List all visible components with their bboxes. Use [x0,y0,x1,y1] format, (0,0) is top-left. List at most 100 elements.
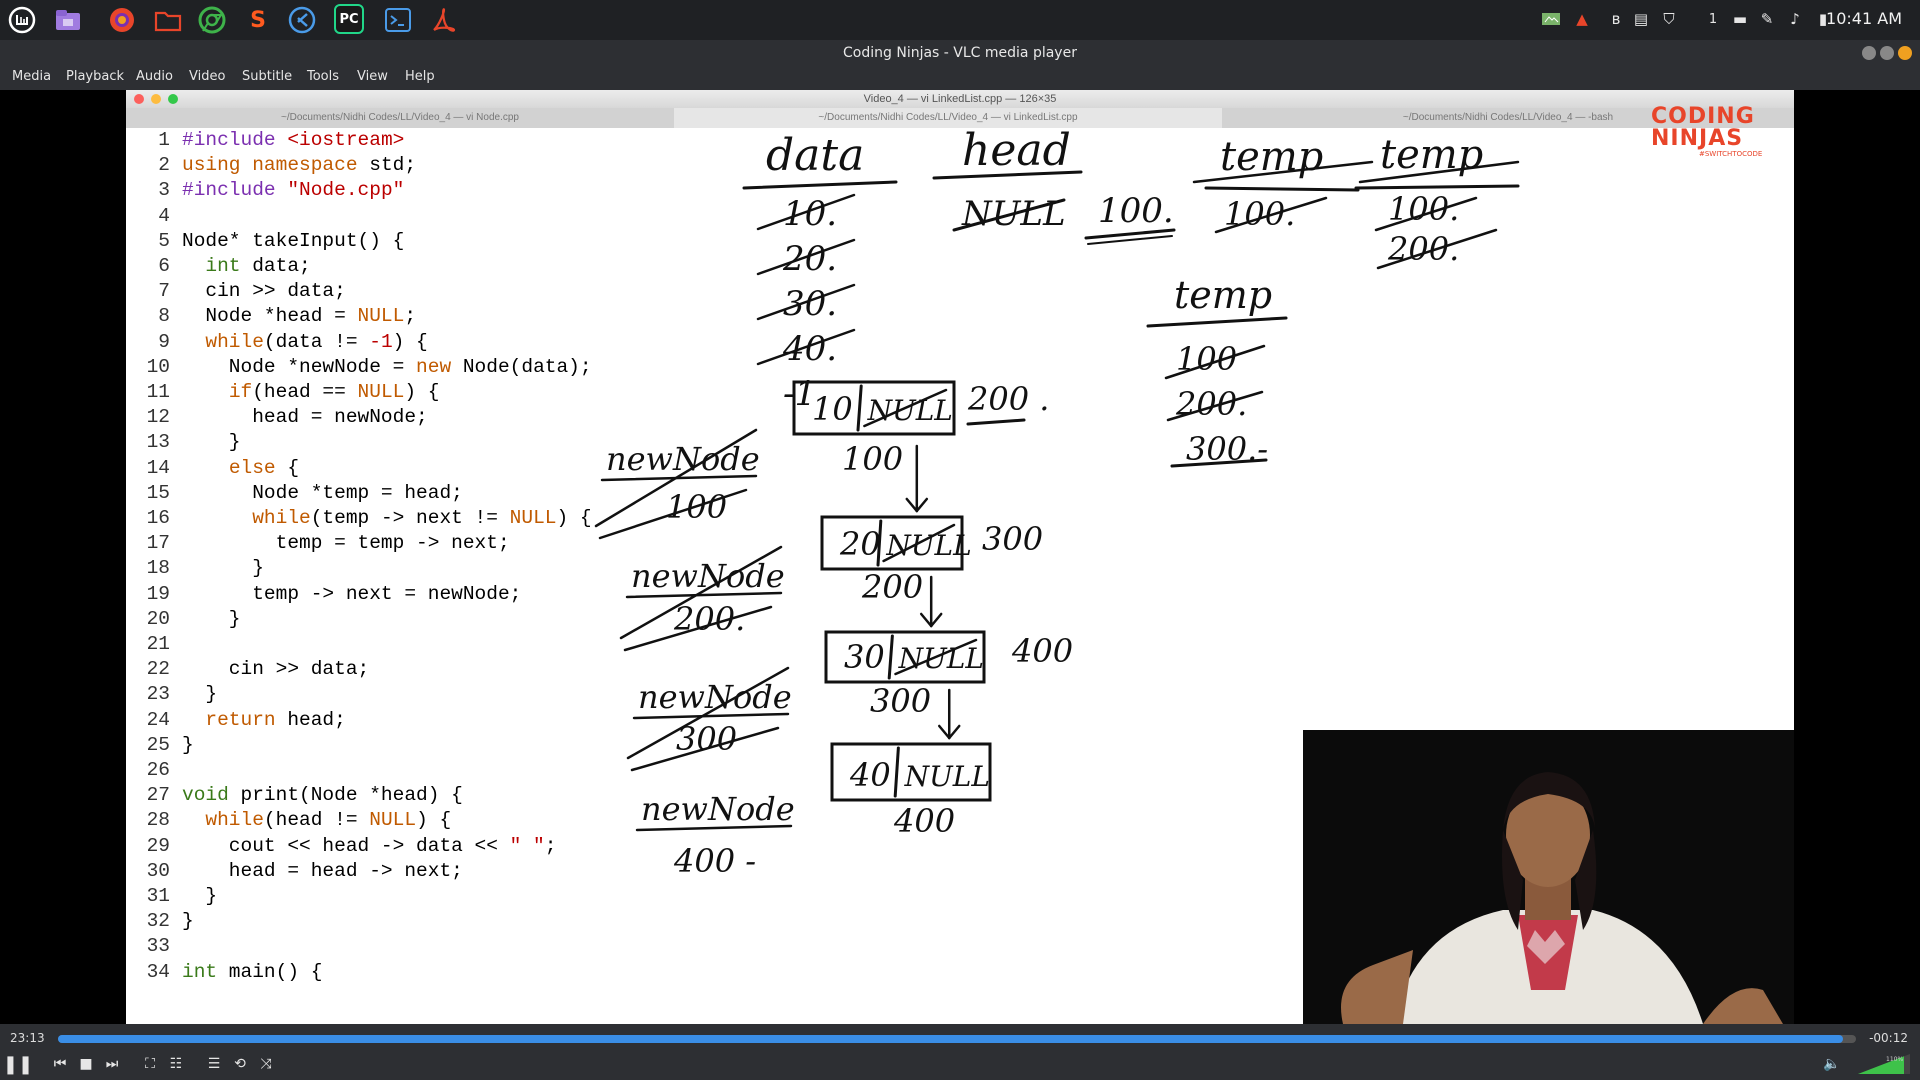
data-value: 10. [783,194,837,234]
pycharm-icon[interactable]: PC [334,4,364,34]
sublime-icon[interactable]: S [242,4,274,36]
chrome-icon[interactable] [196,4,228,36]
head-header: head [962,125,1071,176]
arrow-head [947,724,961,740]
data-header: data [766,130,864,181]
coding-ninjas-logo: CODING NINJAS #SWITCHTOCODE [1651,106,1791,166]
bluetooth-tray-icon[interactable]: ʙ [1607,8,1625,30]
player-controls: 23:13 -00:12 ❚❚ ⏮ ■ ⏭ ⛶ ☷ ☰ ⟲ ⤨ 🔈 110% [0,1024,1920,1080]
menu-view[interactable]: View [357,69,388,84]
previous-button[interactable]: ⏮ [48,1052,72,1076]
notifications-badge: 1 [1708,11,1718,27]
display-tray-icon[interactable]: ▬ [1730,8,1750,30]
underline [742,180,898,190]
menu-audio[interactable]: Audio [136,69,173,84]
node-address: 100 [842,440,903,478]
elapsed-time: 23:13 [10,1031,45,1045]
firefox-icon[interactable] [106,4,138,36]
terminal-icon[interactable] [382,4,414,36]
extended-settings-button[interactable]: ☷ [164,1052,188,1076]
data-value: 40. [782,329,837,369]
close-button[interactable] [1898,46,1912,60]
node-address: 300 [870,682,931,720]
node-data: 10 [812,390,853,428]
arrow-head [905,497,919,513]
next-address: 300 [982,520,1043,558]
underline [1146,316,1288,328]
shuffle-button[interactable]: ⤨ [254,1052,278,1076]
seek-progress [58,1035,1844,1043]
menu-playback[interactable]: Playback [66,69,124,84]
logo-line2: NINJAS [1651,126,1744,151]
menu-video[interactable]: Video [189,69,225,84]
arrow-head [919,612,933,628]
node-address: 200 [861,568,923,606]
underline [1354,184,1520,190]
remaining-time[interactable]: -00:12 [1869,1031,1908,1045]
node-divider [893,746,900,798]
notifications-tray-icon[interactable]: 1 [1688,8,1724,30]
acrobat-icon[interactable] [428,4,460,36]
network-tray-icon[interactable] [1541,8,1561,30]
head-new-value: 100. [1098,191,1174,231]
menu-subtitle[interactable]: Subtitle [242,69,292,84]
node-data: 20 [839,525,881,563]
next-address: 400 [1011,632,1073,670]
shield-tray-icon[interactable]: ⛉ [1660,8,1678,30]
video-area[interactable]: Video_4 — vi LinkedList.cpp — 126×35 ~/D… [0,90,1920,1024]
acrobat-tray-icon[interactable]: ▲ [1572,8,1592,30]
clock[interactable]: 10:41 AM [1826,9,1902,28]
volume-slider[interactable]: 110% [1858,1054,1910,1074]
menu-help[interactable]: Help [405,69,435,84]
newnode-label: newNode [606,440,760,478]
data-value: 30. [783,284,837,324]
newnode-label: newNode [641,790,795,828]
temp-header: temp [1380,132,1483,178]
minimize-button[interactable] [1862,46,1876,60]
next-address: 200 . [967,380,1049,418]
menu-bar: Media Playback Audio Video Subtitle Tool… [0,66,1920,90]
menu-media[interactable]: Media [12,69,51,84]
volume-level: 110% [1886,1056,1903,1063]
node-address: 400 [893,802,955,840]
folder-icon[interactable] [152,4,184,36]
node-next: NULL [904,760,990,793]
files-icon[interactable] [52,4,84,36]
window-title: Coding Ninjas - VLC media player [0,40,1920,66]
node-next: NULL [898,642,984,675]
underline [1204,186,1360,192]
mint-menu-icon[interactable] [6,4,38,36]
volume-icon[interactable]: 🔈 [1820,1052,1844,1076]
next-button[interactable]: ⏭ [100,1052,124,1076]
pen-tray-icon[interactable]: ✎ [1758,8,1776,30]
node-data: 30 [844,638,885,676]
data-value: 20. [782,239,837,279]
maximize-button[interactable] [1880,46,1894,60]
temp-value: 200. [1175,385,1247,423]
node-next: NULL [885,529,971,562]
seek-bar[interactable] [58,1035,1856,1043]
sound-tray-icon[interactable]: ♪ [1786,8,1804,30]
node-next: NULL [867,394,953,427]
instructor-webcam [1303,730,1794,1024]
menu-tools[interactable]: Tools [307,69,339,84]
newnode-value: 400 - [673,842,756,880]
arrow-head [929,612,943,628]
arrow-head [915,497,929,513]
loop-button[interactable]: ⟲ [228,1052,252,1076]
underline [966,418,1026,426]
temp-header: temp [1174,273,1272,317]
clipboard-tray-icon[interactable]: ▤ [1632,8,1650,30]
logo-tagline: #SWITCHTOCODE [1699,150,1763,158]
playlist-button[interactable]: ☰ [202,1052,226,1076]
arrow-head [937,724,951,740]
vscode-icon[interactable] [286,4,318,36]
node-divider [887,634,894,680]
node-divider [856,384,863,432]
node-data: 40 [849,756,891,794]
pause-button[interactable]: ❚❚ [3,1052,33,1076]
instructor-figure [1303,730,1794,1024]
stop-button[interactable]: ■ [74,1052,98,1076]
system-panel: S PC ▲ ʙ ▤ ⛉ 1 ▬ ✎ ♪ ▮ 10:41 AM [0,0,1920,40]
fullscreen-button[interactable]: ⛶ [138,1052,162,1076]
